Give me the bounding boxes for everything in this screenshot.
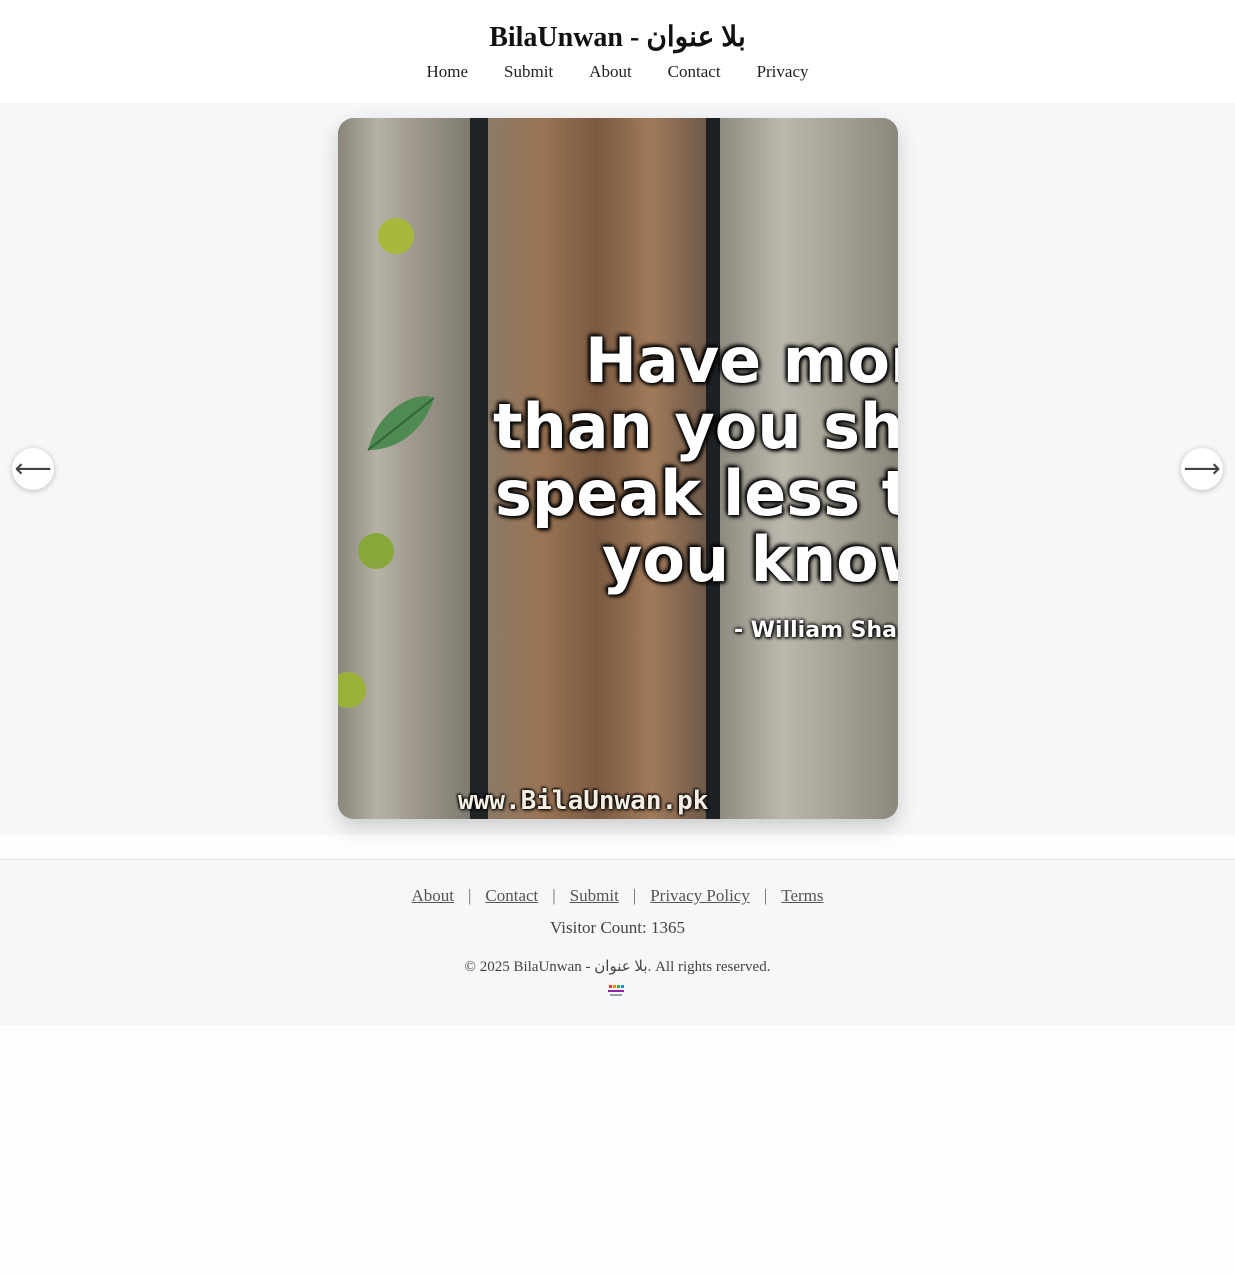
- quote-image: Have mor than you sh speak less t you kn…: [338, 118, 898, 819]
- visitor-count: Visitor Count: 1365: [550, 918, 685, 937]
- footer-separator: |: [552, 886, 556, 905]
- leaf-decoration: [338, 218, 435, 708]
- site-logo-icon: [608, 985, 624, 996]
- nav-about[interactable]: About: [589, 62, 632, 82]
- quote-slider: ⟵ Have mor than you sh speak less t you …: [0, 102, 1235, 835]
- footer-link-privacy-policy[interactable]: Privacy Policy: [650, 886, 750, 906]
- copyright-text: © 2025 BilaUnwan - بلا عنوان. All rights…: [464, 959, 771, 975]
- prev-slide-button[interactable]: ⟵: [12, 448, 54, 490]
- next-slide-button[interactable]: ⟶: [1181, 448, 1223, 490]
- quote-line-3: speak less t: [495, 457, 898, 530]
- arrow-right-icon: ⟶: [1183, 454, 1221, 484]
- quote-line-2: than you sh: [493, 390, 898, 463]
- nav-privacy[interactable]: Privacy: [757, 62, 809, 82]
- nav-home[interactable]: Home: [427, 62, 469, 82]
- site-title[interactable]: BilaUnwan - بلا عنوان: [0, 21, 1235, 55]
- footer-links: About | Contact | Submit | Privacy Polic…: [0, 886, 1235, 906]
- arrow-left-icon: ⟵: [14, 454, 52, 484]
- image-watermark: www.BilaUnwan.pk: [458, 786, 709, 816]
- footer-separator: |: [632, 886, 637, 905]
- footer-separator: |: [467, 886, 472, 905]
- quote-line-1: Have mor: [585, 324, 898, 397]
- footer-separator: |: [763, 886, 768, 905]
- nav-submit[interactable]: Submit: [504, 62, 553, 82]
- footer-link-terms[interactable]: Terms: [781, 886, 823, 906]
- footer-link-about[interactable]: About: [411, 886, 454, 906]
- main-nav: Home Submit About Contact Privacy: [0, 62, 1235, 82]
- footer-link-contact[interactable]: Contact: [485, 886, 538, 906]
- site-footer: About | Contact | Submit | Privacy Polic…: [0, 860, 1235, 1025]
- quote-line-4: you know: [602, 523, 898, 596]
- site-header: BilaUnwan - بلا عنوان Home Submit About …: [0, 0, 1235, 102]
- quote-author: - William Sha: [734, 618, 898, 643]
- nav-contact[interactable]: Contact: [668, 62, 721, 82]
- footer-link-submit[interactable]: Submit: [570, 886, 619, 906]
